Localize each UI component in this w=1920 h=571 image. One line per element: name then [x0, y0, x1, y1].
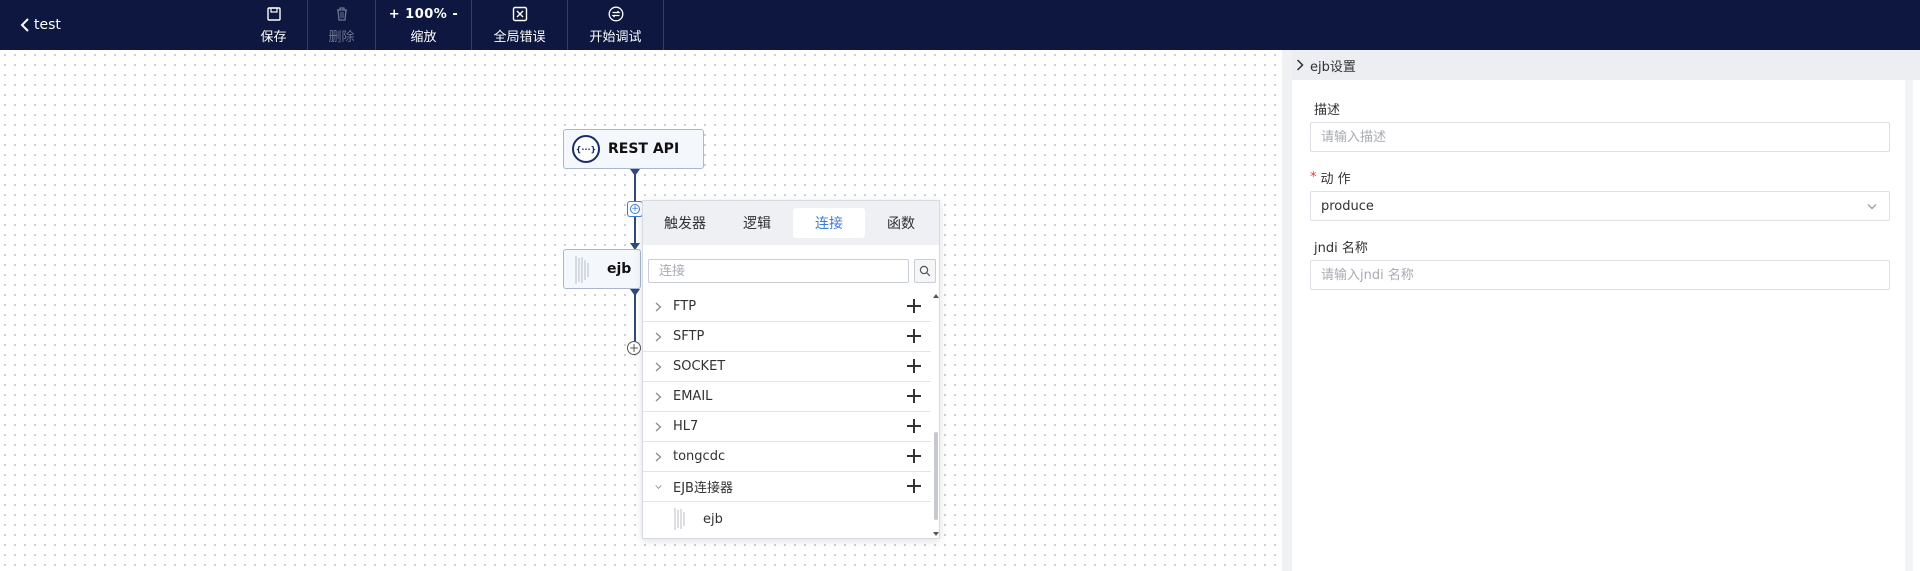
list-item-label: EMAIL — [673, 389, 713, 404]
scroll-down-icon[interactable] — [933, 532, 939, 536]
list-item-label: HL7 — [673, 419, 699, 434]
settings-panel-header[interactable]: ejb设置 — [1292, 50, 1920, 80]
ejb-node[interactable]: ejb — [563, 249, 641, 289]
close-square-icon — [512, 6, 527, 22]
jndi-name-field: jndi 名称 — [1310, 236, 1890, 290]
connector-line — [634, 289, 636, 345]
delete-button[interactable]: 删除 — [308, 0, 376, 50]
swap-circle-icon — [608, 6, 623, 22]
add-icon[interactable] — [907, 449, 921, 463]
list-subitem-ejb[interactable]: ejb — [643, 502, 931, 536]
settings-panel-title: ejb设置 — [1310, 59, 1356, 75]
description-input[interactable] — [1310, 122, 1890, 152]
zoom-control[interactable]: + 100% - 缩放 — [376, 0, 472, 50]
add-icon: + — [630, 203, 640, 214]
chevron-right-icon — [655, 332, 661, 341]
component-picker-popover: 触发器 逻辑 连接 函数 FTP SFTP SOCKET EMAIL — [642, 200, 940, 539]
jndi-name-input[interactable] — [1310, 260, 1890, 290]
connector-arrow — [630, 169, 640, 176]
action-select[interactable]: produce — [1310, 191, 1890, 221]
picker-search-button[interactable] — [914, 259, 936, 283]
list-item-sftp[interactable]: SFTP — [643, 322, 931, 352]
chevron-down-icon — [654, 484, 662, 489]
picker-search-input[interactable] — [648, 259, 909, 283]
back-button[interactable]: test — [20, 0, 61, 50]
insert-step-button[interactable]: + — [627, 201, 643, 217]
save-label: 保存 — [260, 30, 287, 45]
list-subitem-label: ejb — [703, 511, 723, 527]
delete-label: 删除 — [328, 30, 355, 45]
ejb-node-label: ejb — [607, 261, 632, 277]
chevron-right-icon — [655, 422, 661, 431]
description-label: 描述 — [1314, 102, 1341, 118]
rest-api-node-label: REST API — [608, 141, 680, 157]
chevron-right-icon — [655, 302, 661, 311]
settings-panel: ejb设置 描述 * 动 作 produce jndi 名称 — [1292, 50, 1920, 571]
trash-icon — [336, 7, 347, 21]
save-icon — [266, 7, 281, 21]
jndi-name-label: jndi 名称 — [1314, 240, 1368, 256]
start-debug-label: 开始调试 — [589, 30, 642, 45]
save-button[interactable]: 保存 — [240, 0, 308, 50]
list-item-label: FTP — [673, 299, 697, 314]
list-item-label: EJB连接器 — [673, 481, 733, 496]
top-toolbar: test 保存 删除 + 100% - 缩放 全局错误 开始调试 — [0, 0, 1920, 50]
list-item-hl7[interactable]: HL7 — [643, 412, 931, 442]
chevron-left-icon — [20, 18, 29, 32]
chevron-right-icon — [655, 362, 661, 371]
picker-scrollbar[interactable] — [932, 292, 940, 536]
list-item-tongcdc[interactable]: tongcdc — [643, 442, 931, 472]
required-mark: * — [1310, 169, 1317, 185]
add-icon[interactable] — [907, 419, 921, 433]
add-icon[interactable] — [907, 359, 921, 373]
action-field: * 动 作 produce — [1310, 167, 1890, 221]
tab-logic[interactable]: 逻辑 — [721, 208, 793, 238]
connector-list: FTP SFTP SOCKET EMAIL HL7 tongcdc EJB连接器… — [643, 292, 931, 536]
list-item-socket[interactable]: SOCKET — [643, 352, 931, 382]
zoom-value[interactable]: + 100% - — [389, 7, 459, 22]
list-item-label: tongcdc — [673, 449, 726, 464]
chevron-right-icon — [655, 392, 661, 401]
global-error-button[interactable]: 全局错误 — [472, 0, 568, 50]
panel-scrollbar[interactable] — [1905, 80, 1913, 571]
tab-function[interactable]: 函数 — [865, 208, 937, 238]
tab-connection[interactable]: 连接 — [793, 208, 865, 238]
list-item-ejb-connector[interactable]: EJB连接器 — [643, 472, 931, 502]
ejb-icon — [575, 256, 589, 284]
connector-arrow — [630, 289, 640, 296]
add-icon[interactable] — [907, 389, 921, 403]
action-select-value: produce — [1321, 198, 1374, 214]
tab-trigger[interactable]: 触发器 — [649, 208, 721, 238]
chevron-right-icon — [655, 452, 661, 461]
list-item-email[interactable]: EMAIL — [643, 382, 931, 412]
add-icon[interactable] — [907, 299, 921, 313]
add-icon[interactable] — [907, 329, 921, 343]
panel-divider[interactable] — [1282, 50, 1292, 571]
scroll-up-icon[interactable] — [933, 294, 939, 298]
start-debug-button[interactable]: 开始调试 — [568, 0, 664, 50]
list-item-ftp[interactable]: FTP — [643, 292, 931, 322]
action-label: 动 作 — [1320, 171, 1351, 187]
rest-api-node[interactable]: {···} REST API — [563, 129, 704, 169]
add-icon[interactable] — [907, 479, 921, 493]
list-item-label: SOCKET — [673, 359, 726, 374]
global-error-label: 全局错误 — [493, 30, 546, 45]
zoom-label: 缩放 — [410, 30, 437, 45]
chevron-right-icon — [1296, 59, 1304, 71]
scroll-thumb[interactable] — [934, 432, 938, 520]
rest-api-icon: {···} — [572, 135, 600, 163]
list-item-label: SFTP — [673, 329, 705, 344]
action-label-row: * 动 作 — [1310, 167, 1890, 187]
add-step-button[interactable]: + — [627, 341, 641, 355]
chevron-down-icon — [1867, 204, 1877, 210]
back-label: test — [34, 17, 61, 33]
description-field: 描述 — [1310, 98, 1890, 152]
search-icon — [919, 265, 931, 277]
ejb-icon — [674, 508, 685, 530]
picker-tabs: 触发器 逻辑 连接 函数 — [643, 201, 939, 245]
